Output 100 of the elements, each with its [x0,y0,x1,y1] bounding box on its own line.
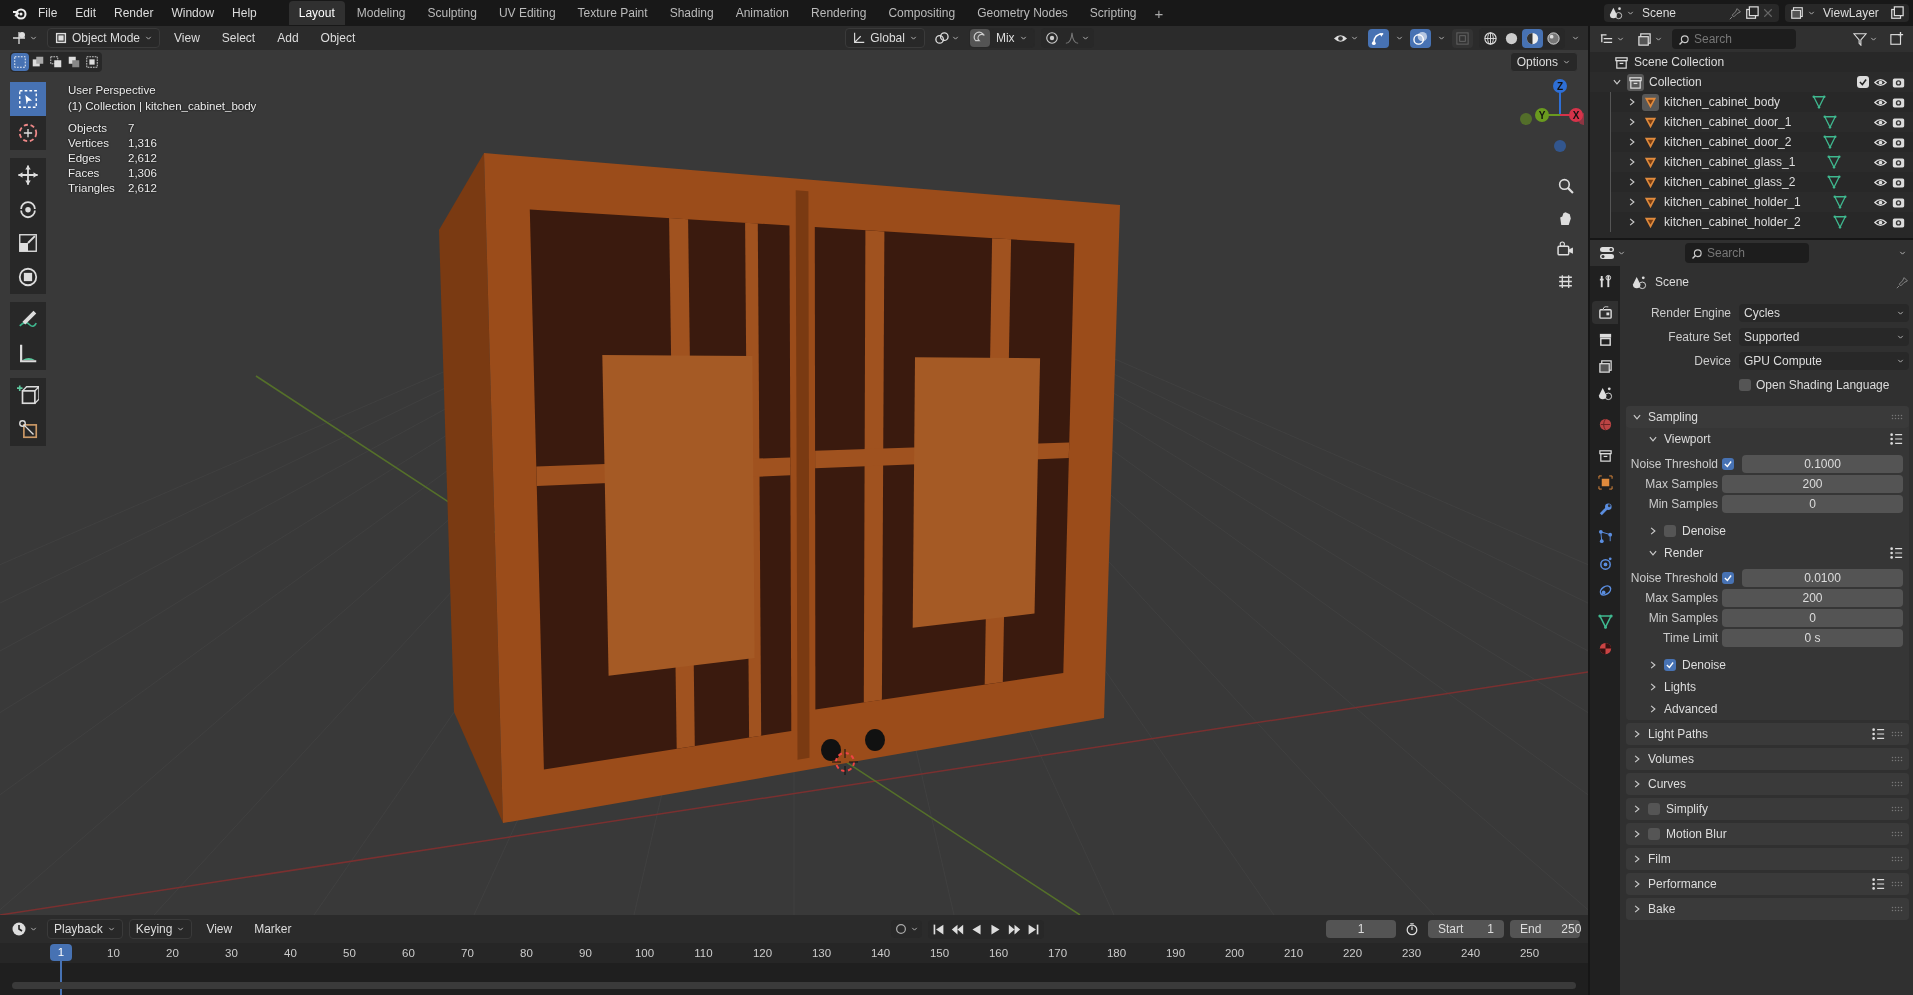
panel-title[interactable]: Simplify [1666,802,1708,816]
checkbox-label[interactable]: Open Shading Language [1756,377,1890,392]
overlay-toggle[interactable] [1410,28,1431,48]
panel-title[interactable]: Lights [1664,680,1697,694]
camera-icon[interactable] [1892,95,1905,109]
playhead-frame[interactable]: 1 [50,944,72,961]
list-icon[interactable] [1889,432,1903,446]
scene-selector[interactable]: Scene [1604,4,1779,22]
menu-item[interactable]: Marker [246,919,300,939]
camera-icon[interactable] [1892,135,1905,149]
checkbox[interactable] [1664,659,1676,671]
chevron-right-icon[interactable] [1632,779,1642,789]
chevron-right-icon[interactable] [1648,704,1658,714]
chevron-right-icon[interactable] [1632,904,1642,914]
pin-icon[interactable] [1896,275,1909,289]
checkbox[interactable] [1664,525,1676,537]
panel-title[interactable]: Volumes [1648,752,1695,766]
workspace-tab[interactable]: Sculpting [417,1,487,25]
panel-title[interactable]: Denoise [1682,658,1727,672]
menu-item[interactable]: Render [106,3,162,23]
camera-icon[interactable] [1892,175,1905,189]
panel-title[interactable]: Curves [1648,777,1686,791]
menu-item[interactable]: File [30,3,66,23]
checkbox[interactable] [1857,76,1869,88]
snap-toggle[interactable] [969,29,990,47]
camera-icon[interactable] [1892,215,1905,229]
outliner-item[interactable]: kitchen_cabinet_body [1664,95,1781,109]
checkbox[interactable] [1648,803,1660,815]
outliner-item[interactable]: kitchen_cabinet_glass_1 [1664,155,1796,169]
panel-title[interactable]: Film [1648,852,1671,866]
menu-item[interactable]: View [198,919,241,939]
tool-button[interactable] [10,116,46,150]
chevron-down-icon[interactable] [1632,412,1642,422]
chevron-down-icon[interactable] [1648,548,1658,558]
checkbox[interactable] [1648,828,1660,840]
chevron-right-icon[interactable] [1632,804,1642,814]
workspace-tab[interactable]: Animation [725,1,800,25]
checkbox[interactable] [1722,571,1734,584]
menu-item[interactable]: Help [224,3,265,23]
shading-button[interactable] [1522,28,1543,48]
workspace-tab[interactable]: Shading [659,1,724,25]
select-mode-button[interactable] [11,53,29,71]
menu-item[interactable]: Select [213,28,264,48]
tool-button[interactable] [10,412,46,446]
dropdown[interactable]: Cycles [1739,303,1909,322]
checkbox[interactable] [1722,457,1734,470]
menu-item[interactable]: Object [312,28,364,48]
tool-button[interactable] [10,158,46,192]
start-field[interactable]: Start 1 [1428,920,1504,938]
outliner-item[interactable]: kitchen_cabinet_holder_1 [1664,195,1801,209]
dropdown[interactable]: Supported [1739,327,1909,346]
gizmo-toggle[interactable] [1368,28,1389,48]
menu-item[interactable]: Edit [67,3,105,23]
number-field[interactable]: 0 [1722,608,1903,627]
workspace-tab[interactable]: Modeling [346,1,416,25]
options-dropdown[interactable]: Options [1509,52,1578,72]
chevron-down-icon[interactable] [1612,77,1622,87]
number-field[interactable]: 0 [1722,494,1903,513]
panel-title[interactable]: Motion Blur [1666,827,1727,841]
mode-dropdown[interactable]: Object Mode [47,28,161,48]
copy-icon[interactable] [1890,6,1904,20]
outliner-item[interactable]: kitchen_cabinet_door_1 [1664,115,1792,129]
number-field[interactable]: 0 s [1722,628,1903,647]
outliner-item[interactable]: kitchen_cabinet_door_2 [1664,135,1792,149]
scrollbar[interactable] [12,982,1576,989]
camera-icon[interactable] [1892,115,1905,129]
copy-icon[interactable] [1745,6,1759,20]
menu-item[interactable]: Add [269,28,307,48]
menu-item[interactable]: Window [163,3,223,23]
select-mode-button[interactable] [83,53,101,71]
chevron-right-icon[interactable] [1632,829,1642,839]
list-icon[interactable] [1889,546,1903,560]
menu-dropdown[interactable]: Playback [47,919,123,939]
chevron-right-icon[interactable] [1632,754,1642,764]
outliner-item[interactable]: Collection [1649,75,1702,89]
list-icon[interactable] [1871,877,1885,891]
tool-button[interactable] [10,378,46,412]
menu-dropdown[interactable]: Keying [128,919,193,939]
panel-title[interactable]: Sampling [1648,410,1699,424]
panel-title[interactable]: Light Paths [1648,727,1709,741]
workspace-tab[interactable]: Geometry Nodes [967,1,1078,25]
tool-button[interactable] [10,302,46,336]
outliner-item[interactable]: kitchen_cabinet_glass_2 [1664,175,1796,189]
number-field[interactable]: 200 [1722,588,1903,607]
number-field[interactable]: 0.0100 [1742,568,1903,587]
workspace-tab[interactable]: Scripting [1079,1,1147,25]
workspace-tab[interactable]: UV Editing [488,1,566,25]
workspace-tab[interactable]: Layout [288,1,345,25]
close-icon[interactable] [1762,7,1774,19]
chevron-right-icon[interactable] [1648,660,1658,670]
chevron-down-icon[interactable] [1648,434,1658,444]
view-layer-selector[interactable]: ViewLayer [1785,4,1909,22]
menu-item[interactable]: View [166,28,208,48]
cabinet-drawing[interactable] [439,153,1120,823]
search-field[interactable]: Search [1685,243,1809,263]
chevron-right-icon[interactable] [1632,854,1642,864]
orientation-dropdown[interactable]: Global [845,28,925,48]
number-field[interactable]: 200 [1722,474,1903,493]
workspace-tab[interactable]: Texture Paint [567,1,658,25]
properties-tab[interactable] [1592,301,1618,324]
